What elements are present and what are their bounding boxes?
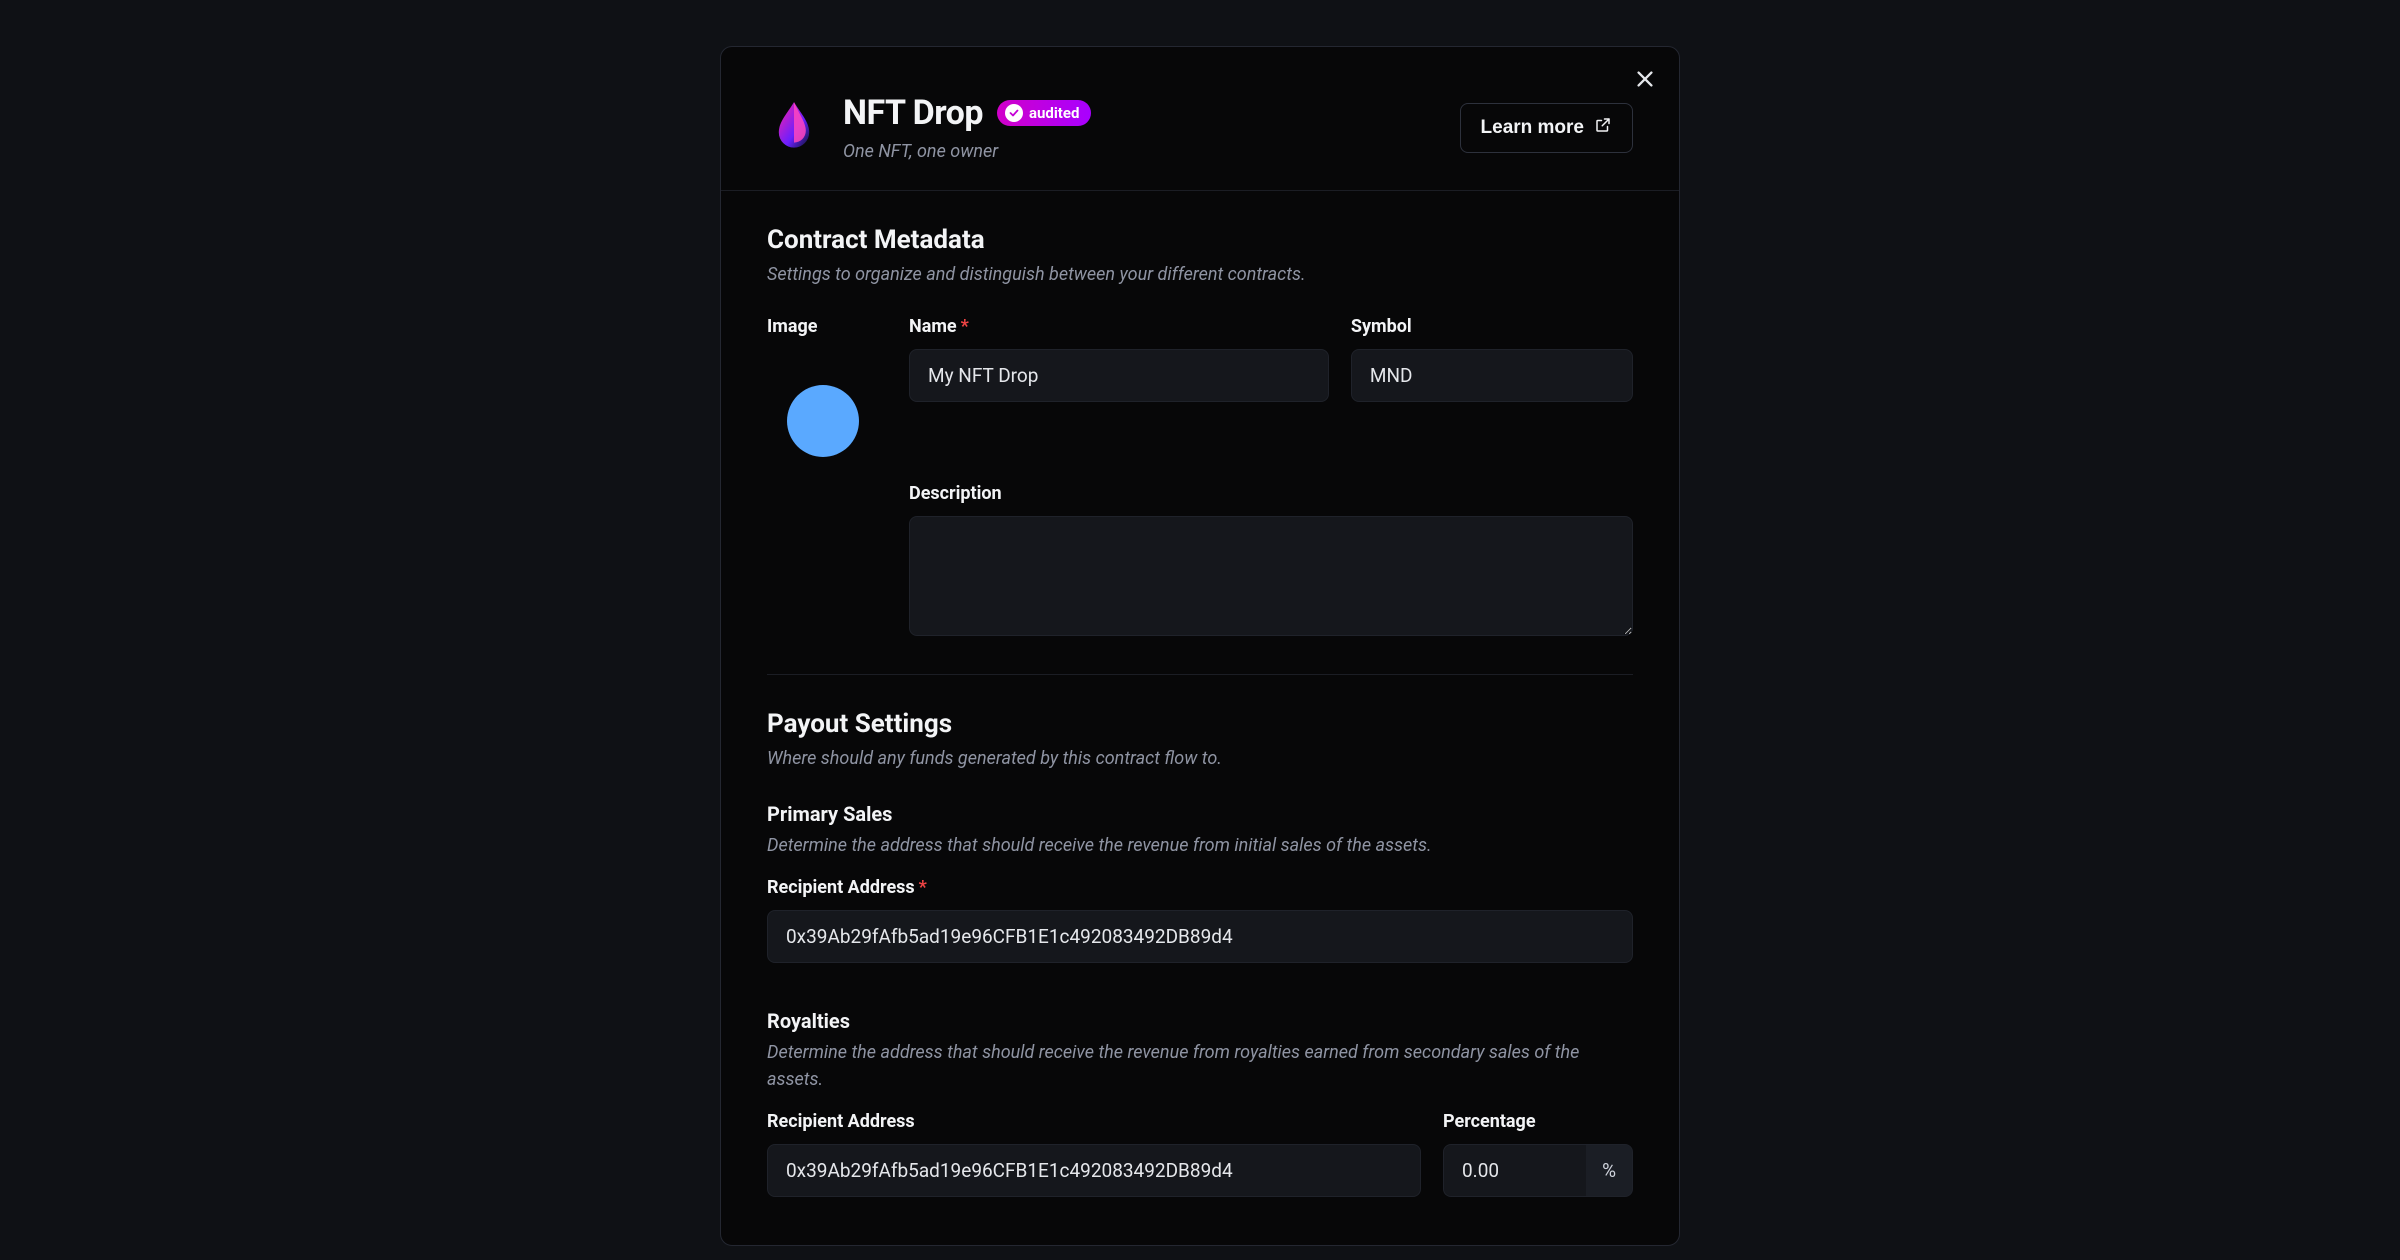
percentage-label: Percentage xyxy=(1443,1111,1633,1132)
required-asterisk: * xyxy=(919,877,927,898)
royalties-subsection: Royalties Determine the address that sho… xyxy=(767,1009,1633,1197)
close-button[interactable] xyxy=(1629,65,1661,97)
section-desc: Settings to organize and distinguish bet… xyxy=(767,261,1633,288)
image-label: Image xyxy=(767,316,887,337)
deploy-modal: NFT Drop audited One NFT, one owner xyxy=(720,46,1680,1246)
subsection-desc: Determine the address that should receiv… xyxy=(767,832,1633,859)
modal-title: NFT Drop xyxy=(843,93,983,133)
description-input[interactable] xyxy=(909,516,1633,636)
description-label: Description xyxy=(909,483,1633,504)
percent-suffix: % xyxy=(1586,1144,1633,1197)
image-upload[interactable] xyxy=(787,385,859,457)
subsection-desc: Determine the address that should receiv… xyxy=(767,1039,1633,1093)
nft-drop-icon xyxy=(767,97,821,151)
royalty-recipient-input[interactable] xyxy=(767,1144,1421,1197)
section-desc: Where should any funds generated by this… xyxy=(767,745,1633,772)
modal-header: NFT Drop audited One NFT, one owner xyxy=(721,47,1679,191)
close-icon xyxy=(1634,68,1656,94)
audited-badge: audited xyxy=(997,100,1091,126)
recipient-label: Recipient Address* xyxy=(767,877,1633,898)
primary-sales-subsection: Primary Sales Determine the address that… xyxy=(767,802,1633,963)
section-title: Payout Settings xyxy=(767,709,1633,739)
check-circle-icon xyxy=(1005,104,1023,122)
external-link-icon xyxy=(1594,116,1612,140)
name-input[interactable] xyxy=(909,349,1329,402)
primary-recipient-input[interactable] xyxy=(767,910,1633,963)
subsection-title: Primary Sales xyxy=(767,802,1633,826)
required-asterisk: * xyxy=(961,316,969,337)
contract-metadata-section: Contract Metadata Settings to organize a… xyxy=(767,191,1633,640)
name-label: Name* xyxy=(909,316,1329,337)
learn-more-button[interactable]: Learn more xyxy=(1460,103,1633,153)
learn-more-label: Learn more xyxy=(1481,117,1584,139)
section-title: Contract Metadata xyxy=(767,225,1633,255)
recipient-label: Recipient Address xyxy=(767,1111,1421,1132)
payout-settings-section: Payout Settings Where should any funds g… xyxy=(767,674,1633,1197)
audited-badge-text: audited xyxy=(1029,106,1079,121)
symbol-label: Symbol xyxy=(1351,316,1633,337)
subsection-title: Royalties xyxy=(767,1009,1633,1033)
royalty-percentage-input[interactable] xyxy=(1443,1144,1586,1197)
symbol-input[interactable] xyxy=(1351,349,1633,402)
